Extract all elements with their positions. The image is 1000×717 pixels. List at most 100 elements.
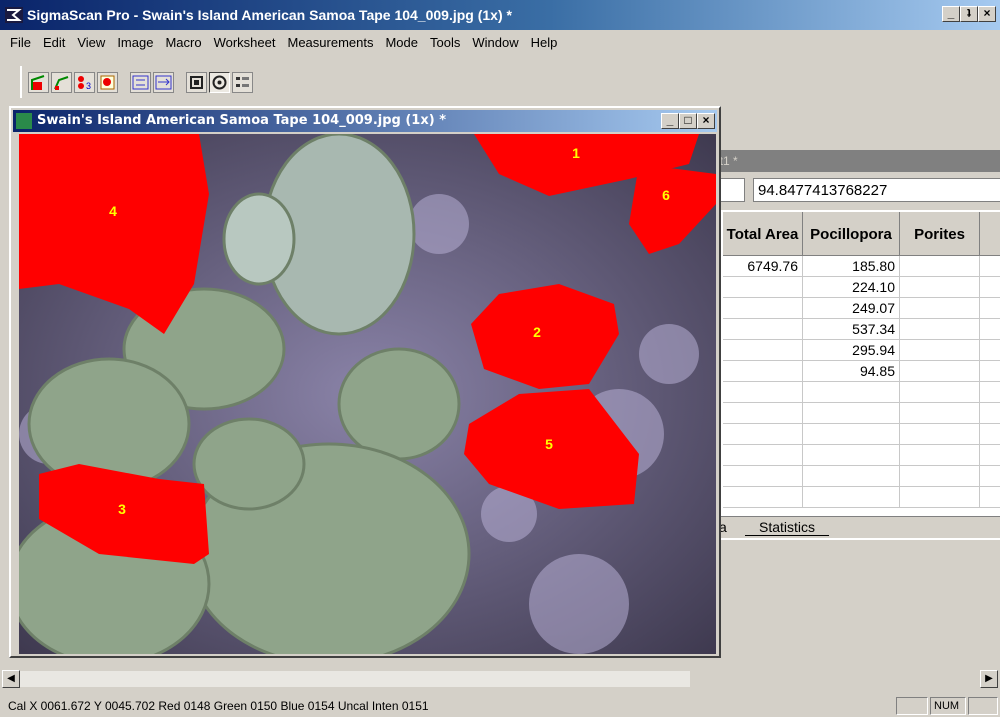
sigmascan-icon [5,7,23,23]
table-cell[interactable] [723,277,803,298]
table-cell[interactable] [900,403,980,424]
table-cell[interactable] [980,277,1000,298]
region-label-3: 3 [118,501,126,517]
table-cell[interactable] [803,382,900,403]
table-cell[interactable]: 94.85 [803,361,900,382]
table-cell[interactable] [980,445,1000,466]
region-label-6: 6 [662,187,670,203]
menu-worksheet[interactable]: Worksheet [208,35,282,50]
sheet-tabs: a Statistics [705,516,1000,538]
toolbar: 3 [20,66,253,98]
minimize-button[interactable]: _ [942,6,960,22]
table-cell[interactable] [980,256,1000,277]
data-icon[interactable] [232,71,253,93]
worksheet-grid: Total Area Pocillopora Porites 6749.76 18… [705,212,1000,514]
table-cell[interactable]: 224.10 [803,277,900,298]
transform-icon[interactable] [130,71,151,93]
table-cell[interactable] [980,487,1000,508]
table-cell[interactable] [723,403,803,424]
status-readout: Cal X 0061.672 Y 0045.702 Red 0148 Green… [8,699,429,713]
table-cell[interactable] [723,424,803,445]
worksheet-titlebar: et1 * [705,150,1000,172]
status-bar: Cal X 0061.672 Y 0045.702 Red 0148 Green… [0,695,1000,717]
table-cell[interactable] [900,277,980,298]
menu-view[interactable]: View [71,35,111,50]
object-measure-icon[interactable] [97,71,118,93]
status-panel-scroll [968,697,998,715]
menu-window[interactable]: Window [466,35,524,50]
target-icon[interactable] [209,71,230,93]
menu-image[interactable]: Image [111,35,159,50]
column-header-total-area[interactable]: Total Area [723,212,803,256]
menu-mode[interactable]: Mode [379,35,424,50]
table-cell[interactable] [900,319,980,340]
table-cell[interactable] [900,466,980,487]
table-cell[interactable] [980,424,1000,445]
column-header-pocillopora[interactable]: Pocillopora [803,212,900,256]
trace-area-icon[interactable] [28,71,49,93]
coral-photo[interactable]: 4 1 6 2 5 3 [19,134,716,654]
image-maximize-button[interactable]: □ [679,113,697,129]
menu-edit[interactable]: Edit [37,35,71,50]
table-cell[interactable] [803,403,900,424]
table-cell[interactable] [980,340,1000,361]
trace-line-icon[interactable] [51,71,72,93]
overlay-icon[interactable] [153,71,174,93]
table-cell[interactable] [980,403,1000,424]
table-cell[interactable] [723,487,803,508]
menu-tools[interactable]: Tools [424,35,466,50]
column-header-empty[interactable] [980,212,1000,256]
table-cell[interactable] [723,340,803,361]
horizontal-scrollbar[interactable]: ◀ ▶ [0,668,1000,690]
table-cell[interactable]: 249.07 [803,298,900,319]
table-cell[interactable] [803,487,900,508]
table-cell[interactable] [723,382,803,403]
table-cell[interactable]: 537.34 [803,319,900,340]
scroll-track[interactable] [20,671,690,687]
column-header-porites[interactable]: Porites [900,212,980,256]
image-minimize-button[interactable]: _ [661,113,679,129]
menu-file[interactable]: File [4,35,37,50]
table-cell[interactable] [803,466,900,487]
sheet-tab-statistics[interactable]: Statistics [745,519,830,536]
table-cell[interactable] [723,319,803,340]
table-cell[interactable] [900,340,980,361]
menu-macro[interactable]: Macro [159,35,207,50]
table-cell[interactable] [723,445,803,466]
table-cell[interactable] [900,256,980,277]
table-cell[interactable]: 185.80 [803,256,900,277]
table-cell[interactable] [900,298,980,319]
gear-icon[interactable] [186,71,207,93]
table-cell[interactable] [900,361,980,382]
worksheet-window: et1 * 94.8477413768227 Total Area Pocill… [705,150,1000,540]
scroll-right-arrow[interactable]: ▶ [980,670,998,688]
cell-value-field[interactable]: 94.8477413768227 [753,178,1000,202]
status-panel-empty [896,697,928,715]
table-cell[interactable] [900,487,980,508]
table-cell[interactable] [980,361,1000,382]
worksheet-editbar: 94.8477413768227 [705,172,1000,210]
table-cell[interactable] [980,298,1000,319]
menu-measurements[interactable]: Measurements [281,35,379,50]
table-cell[interactable] [980,319,1000,340]
table-cell[interactable] [900,445,980,466]
table-cell[interactable] [980,466,1000,487]
region-label-4: 4 [109,203,117,219]
table-cell[interactable] [900,382,980,403]
table-cell[interactable]: 6749.76 [723,256,803,277]
table-cell[interactable]: 295.94 [803,340,900,361]
restore-button[interactable]: ʇ [960,6,978,22]
table-cell[interactable] [723,466,803,487]
overlay-count-icon[interactable]: 3 [74,71,95,93]
table-cell[interactable] [803,445,900,466]
table-cell[interactable] [900,424,980,445]
image-window-title: Swain's Island American Samoa Tape 104_0… [37,113,447,128]
scroll-left-arrow[interactable]: ◀ [2,670,20,688]
image-close-button[interactable]: × [697,113,715,129]
table-cell[interactable] [723,361,803,382]
table-cell[interactable] [723,298,803,319]
table-cell[interactable] [803,424,900,445]
table-cell[interactable] [980,382,1000,403]
menu-help[interactable]: Help [525,35,564,50]
close-button[interactable]: × [978,6,996,22]
